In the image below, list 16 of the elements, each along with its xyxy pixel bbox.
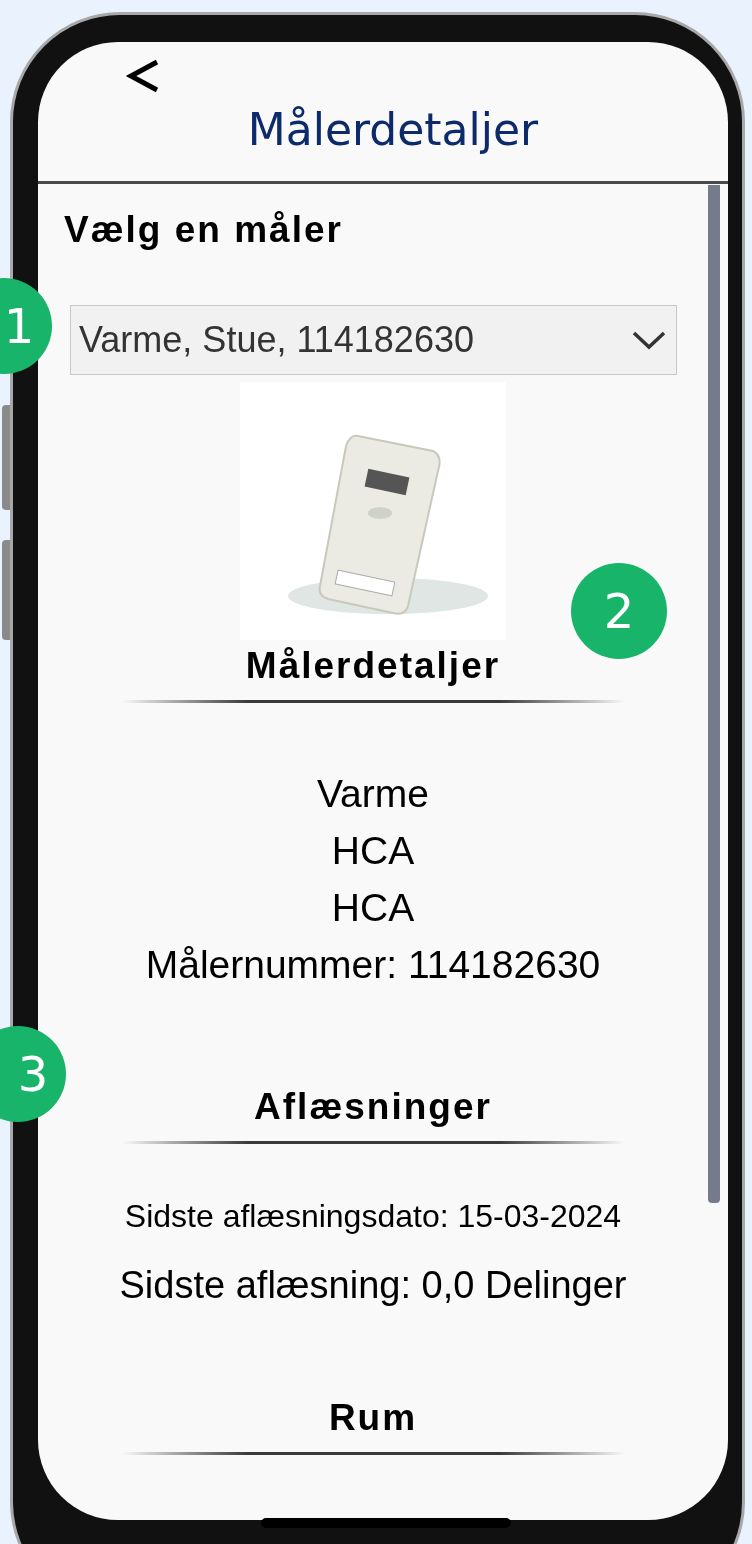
meter-select[interactable]: Varme, Stue, 114182630 — [70, 305, 677, 375]
section-heading: Aflæsninger — [254, 1085, 492, 1129]
page-title: Målerdetaljer — [246, 103, 539, 157]
detail-text: Målernummer: 114182630 — [145, 942, 601, 988]
detail-text: Varme — [317, 771, 429, 817]
detail-text: HCA — [331, 885, 415, 931]
select-value: Varme, Stue, 114182630 — [79, 318, 474, 362]
field-label: Vælg en måler — [64, 208, 343, 252]
reading-date-text: Sidste aflæsningsdato: 15-03-2024 — [124, 1197, 622, 1236]
reading-value-text: Sidste aflæsning: 0,0 Delinger — [119, 1263, 627, 1308]
section-heading: Rum — [328, 1396, 418, 1440]
back-icon[interactable] — [125, 58, 161, 94]
detail-text: HCA — [331, 828, 415, 874]
chevron-down-icon — [632, 330, 666, 350]
section-heading: Målerdetaljer — [245, 644, 501, 688]
scrollbar-thumb[interactable] — [708, 185, 720, 1203]
